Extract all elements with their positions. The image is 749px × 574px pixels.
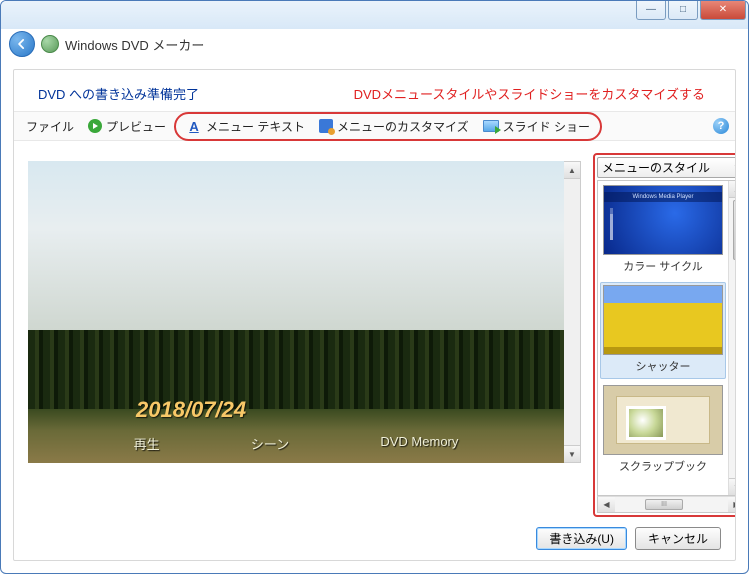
slideshow-icon: [483, 120, 499, 132]
preview-trees: [28, 330, 564, 409]
annotation-text: DVDメニュースタイルやスライドショーをカスタマイズする: [354, 84, 705, 103]
work-area: 2018/07/24 再生 シーン DVD Memory ▲ ▼: [14, 141, 735, 517]
thumb-scrapbook: [603, 385, 723, 455]
style-hscrollbar[interactable]: ◀ III ▶: [597, 496, 736, 513]
stage-text: DVD への書き込み準備完了: [38, 84, 199, 103]
close-button[interactable]: ✕: [700, 0, 746, 20]
style-list: Windows Media Player カラー サイクル シャッター スクラッ…: [597, 180, 736, 496]
main-panel: DVD への書き込み準備完了 DVDメニュースタイルやスライドショーをカスタマイ…: [13, 69, 736, 561]
app-icon: [41, 35, 59, 53]
burn-button[interactable]: 書き込み(U): [536, 527, 627, 550]
style-dropdown[interactable]: メニューのスタイル ▼: [597, 157, 736, 178]
preview-menu: 再生 シーン DVD Memory: [28, 434, 564, 453]
preview-menu-title: DVD Memory: [380, 434, 458, 453]
style-label: カラー サイクル: [602, 258, 724, 274]
scroll-left-icon[interactable]: ◀: [598, 497, 615, 512]
file-menu[interactable]: ファイル: [20, 115, 80, 138]
customize-label: メニューのカスタマイズ: [337, 118, 469, 135]
style-dropdown-label: メニューのスタイル: [602, 159, 710, 176]
content: DVD への書き込み準備完了 DVDメニュースタイルやスライドショーをカスタマイ…: [1, 59, 748, 573]
preview-menu-scene: シーン: [251, 434, 289, 453]
scroll-down-icon[interactable]: ▼: [729, 478, 736, 495]
style-item-color-cycle[interactable]: Windows Media Player カラー サイクル: [600, 183, 726, 278]
thumb-color-cycle: Windows Media Player: [603, 185, 723, 255]
titlebar: ― □ ✕: [1, 1, 748, 29]
cancel-button[interactable]: キャンセル: [635, 527, 721, 550]
stage-row: DVD への書き込み準備完了 DVDメニュースタイルやスライドショーをカスタマイ…: [14, 70, 735, 111]
preview-date: 2018/07/24: [136, 397, 246, 423]
preview-wrap: 2018/07/24 再生 シーン DVD Memory: [28, 153, 564, 517]
slideshow-label: スライド ショー: [503, 118, 590, 135]
scroll-track[interactable]: III: [615, 499, 728, 510]
style-item-scrapbook[interactable]: スクラップブック: [600, 383, 726, 478]
highlight-box: A メニュー テキスト メニューのカスタマイズ スライド ショー: [174, 112, 602, 141]
thumb-wm-text: Windows Media Player: [604, 192, 722, 202]
dvd-preview[interactable]: 2018/07/24 再生 シーン DVD Memory: [28, 161, 564, 463]
customize-icon: [319, 119, 333, 133]
menu-text-label: メニュー テキスト: [206, 118, 305, 135]
chevron-down-icon: ▼: [733, 163, 736, 172]
footer: 書き込み(U) キャンセル: [14, 517, 735, 552]
window: ― □ ✕ Windows DVD メーカー DVD への書き込み準備完了 DV…: [0, 0, 749, 574]
text-a-icon: A: [186, 119, 202, 133]
customize-menu-button[interactable]: メニューのカスタマイズ: [313, 115, 475, 138]
toolbar: ファイル プレビュー A メニュー テキスト メニューのカスタマイズ: [14, 111, 735, 141]
style-label: シャッター: [603, 358, 723, 374]
preview-button[interactable]: プレビュー: [82, 115, 172, 138]
scroll-down-icon[interactable]: ▼: [564, 445, 580, 462]
style-label: スクラップブック: [602, 458, 724, 474]
scroll-up-icon[interactable]: ▲: [729, 181, 736, 198]
slideshow-button[interactable]: スライド ショー: [477, 115, 596, 138]
preview-column: 2018/07/24 再生 シーン DVD Memory ▲ ▼: [28, 153, 581, 517]
back-arrow-icon: [15, 37, 29, 51]
titlebar-buttons: ― □ ✕: [636, 0, 746, 20]
scroll-track[interactable]: [564, 179, 580, 445]
preview-menu-play: 再生: [134, 434, 160, 453]
style-items: Windows Media Player カラー サイクル シャッター スクラッ…: [598, 181, 728, 495]
scroll-right-icon[interactable]: ▶: [728, 497, 736, 512]
scroll-thumb[interactable]: [733, 200, 737, 260]
style-item-shutter[interactable]: シャッター: [600, 282, 726, 379]
scroll-up-icon[interactable]: ▲: [564, 162, 580, 179]
maximize-button[interactable]: □: [668, 0, 698, 20]
back-button[interactable]: [9, 31, 35, 57]
preview-vscrollbar[interactable]: ▲ ▼: [564, 161, 581, 463]
preview-sky: [28, 161, 564, 330]
thumb-shutter: [603, 285, 723, 355]
minimize-button[interactable]: ―: [636, 0, 666, 20]
menu-text-button[interactable]: A メニュー テキスト: [180, 115, 311, 138]
style-vscrollbar[interactable]: ▲ ▼: [728, 181, 736, 495]
scroll-thumb[interactable]: III: [645, 499, 683, 510]
help-button[interactable]: ?: [713, 118, 729, 134]
header: Windows DVD メーカー: [1, 29, 748, 59]
app-title: Windows DVD メーカー: [65, 35, 204, 54]
file-label: ファイル: [26, 118, 74, 135]
scroll-track[interactable]: [729, 198, 736, 478]
style-panel: メニューのスタイル ▼ Windows Media Player カラー サイク…: [593, 153, 736, 517]
play-icon: [88, 119, 102, 133]
preview-label: プレビュー: [106, 118, 166, 135]
